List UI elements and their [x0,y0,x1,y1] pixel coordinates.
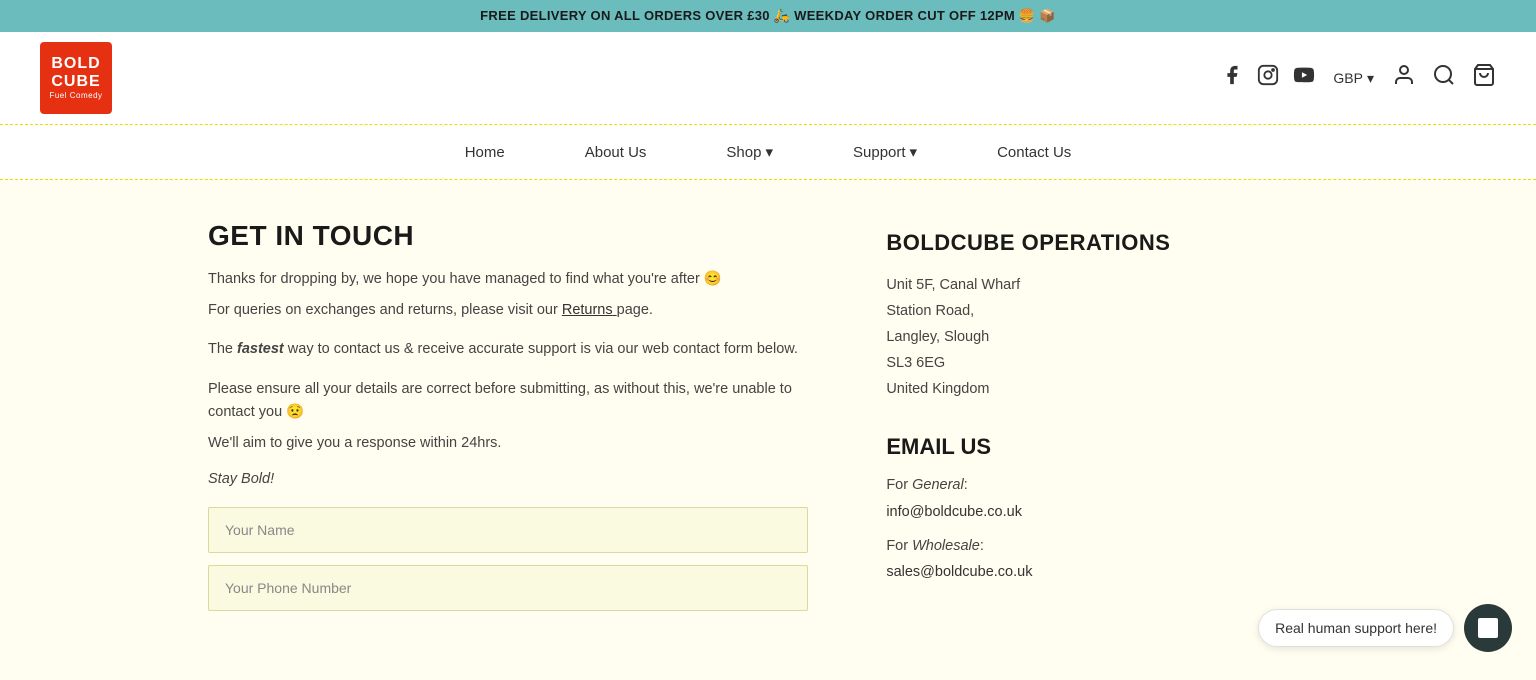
ensure-line: Please ensure all your details are corre… [208,378,826,424]
intro-line1: Thanks for dropping by, we hope you have… [208,268,826,291]
general-email-link[interactable]: info@boldcube.co.uk [886,504,1022,520]
response-line: We'll aim to give you a response within … [208,432,826,455]
announcement-bar: FREE DELIVERY ON ALL ORDERS OVER £30 🛵 W… [0,0,1536,32]
general-italic: General [912,477,964,493]
address-line5: United Kingdom [886,376,1328,402]
general-email-text: info@boldcube.co.uk [886,504,1022,520]
instagram-icon[interactable] [1257,64,1279,92]
logo-line2: CUBE [51,73,100,91]
logo-sub: Fuel Comedy [49,92,102,101]
fastest-line: The fastest way to contact us & receive … [208,338,826,361]
chevron-down-icon: ▾ [1367,70,1374,87]
search-icon[interactable] [1432,63,1456,93]
social-icons [1221,64,1315,92]
nav-about[interactable]: About Us [585,144,647,161]
facebook-icon[interactable] [1221,64,1243,92]
header-action-icons [1392,63,1496,93]
address-block: Unit 5F, Canal Wharf Station Road, Langl… [886,272,1328,402]
left-column: GET IN TOUCH Thanks for dropping by, we … [208,220,826,640]
operations-title: BOLDCUBE OPERATIONS [886,230,1328,256]
nav-home[interactable]: Home [465,144,505,161]
header-right: GBP ▾ [1221,63,1496,93]
shop-chevron-icon: ▾ [765,143,773,161]
address-line4: SL3 6EG [886,350,1328,376]
wholesale-email-link[interactable]: sales@boldcube.co.uk [886,564,1032,580]
page-title: GET IN TOUCH [208,220,826,252]
chat-bubble: Real human support here! [1258,609,1454,647]
returns-link[interactable]: Returns [562,302,617,318]
stay-bold-text: Stay Bold! [208,471,826,487]
currency-label: GBP [1333,70,1363,86]
youtube-icon[interactable] [1293,64,1315,92]
wholesale-email-text: sales@boldcube.co.uk [886,564,1032,580]
currency-selector[interactable]: GBP ▾ [1333,70,1374,87]
nav-support[interactable]: Support ▾ [853,143,917,161]
address-line3: Langley, Slough [886,324,1328,350]
email-title: EMAIL US [886,434,1328,460]
announcement-text: FREE DELIVERY ON ALL ORDERS OVER £30 🛵 W… [480,8,1056,23]
wholesale-email-line: For Wholesale: sales@boldcube.co.uk [886,533,1328,585]
account-icon[interactable] [1392,63,1416,93]
cart-icon[interactable] [1472,63,1496,93]
logo-container[interactable]: BOLD CUBE Fuel Comedy [40,42,112,114]
logo[interactable]: BOLD CUBE Fuel Comedy [40,42,112,114]
header: BOLD CUBE Fuel Comedy GBP ▾ [0,32,1536,125]
nav-shop[interactable]: Shop ▾ [726,143,773,161]
general-email-line: For General: info@boldcube.co.uk [886,472,1328,524]
address-line2: Station Road, [886,298,1328,324]
main-content: GET IN TOUCH Thanks for dropping by, we … [168,180,1368,680]
logo-line1: BOLD [51,55,100,73]
chat-widget: Real human support here! [1258,604,1512,652]
address-line1: Unit 5F, Canal Wharf [886,272,1328,298]
main-nav: Home About Us Shop ▾ Support ▾ Contact U… [0,125,1536,180]
nav-contact[interactable]: Contact Us [997,144,1071,161]
right-column: BOLDCUBE OPERATIONS Unit 5F, Canal Wharf… [886,220,1328,640]
wholesale-italic: Wholesale [912,538,980,554]
chat-button[interactable] [1464,604,1512,652]
name-field-group [208,507,826,553]
name-input[interactable] [208,507,808,553]
email-section: EMAIL US For General: info@boldcube.co.u… [886,434,1328,584]
phone-field-group [208,565,826,611]
support-chevron-icon: ▾ [910,143,918,161]
chat-icon [1478,618,1498,638]
phone-input[interactable] [208,565,808,611]
intro-line2: For queries on exchanges and returns, pl… [208,299,826,322]
